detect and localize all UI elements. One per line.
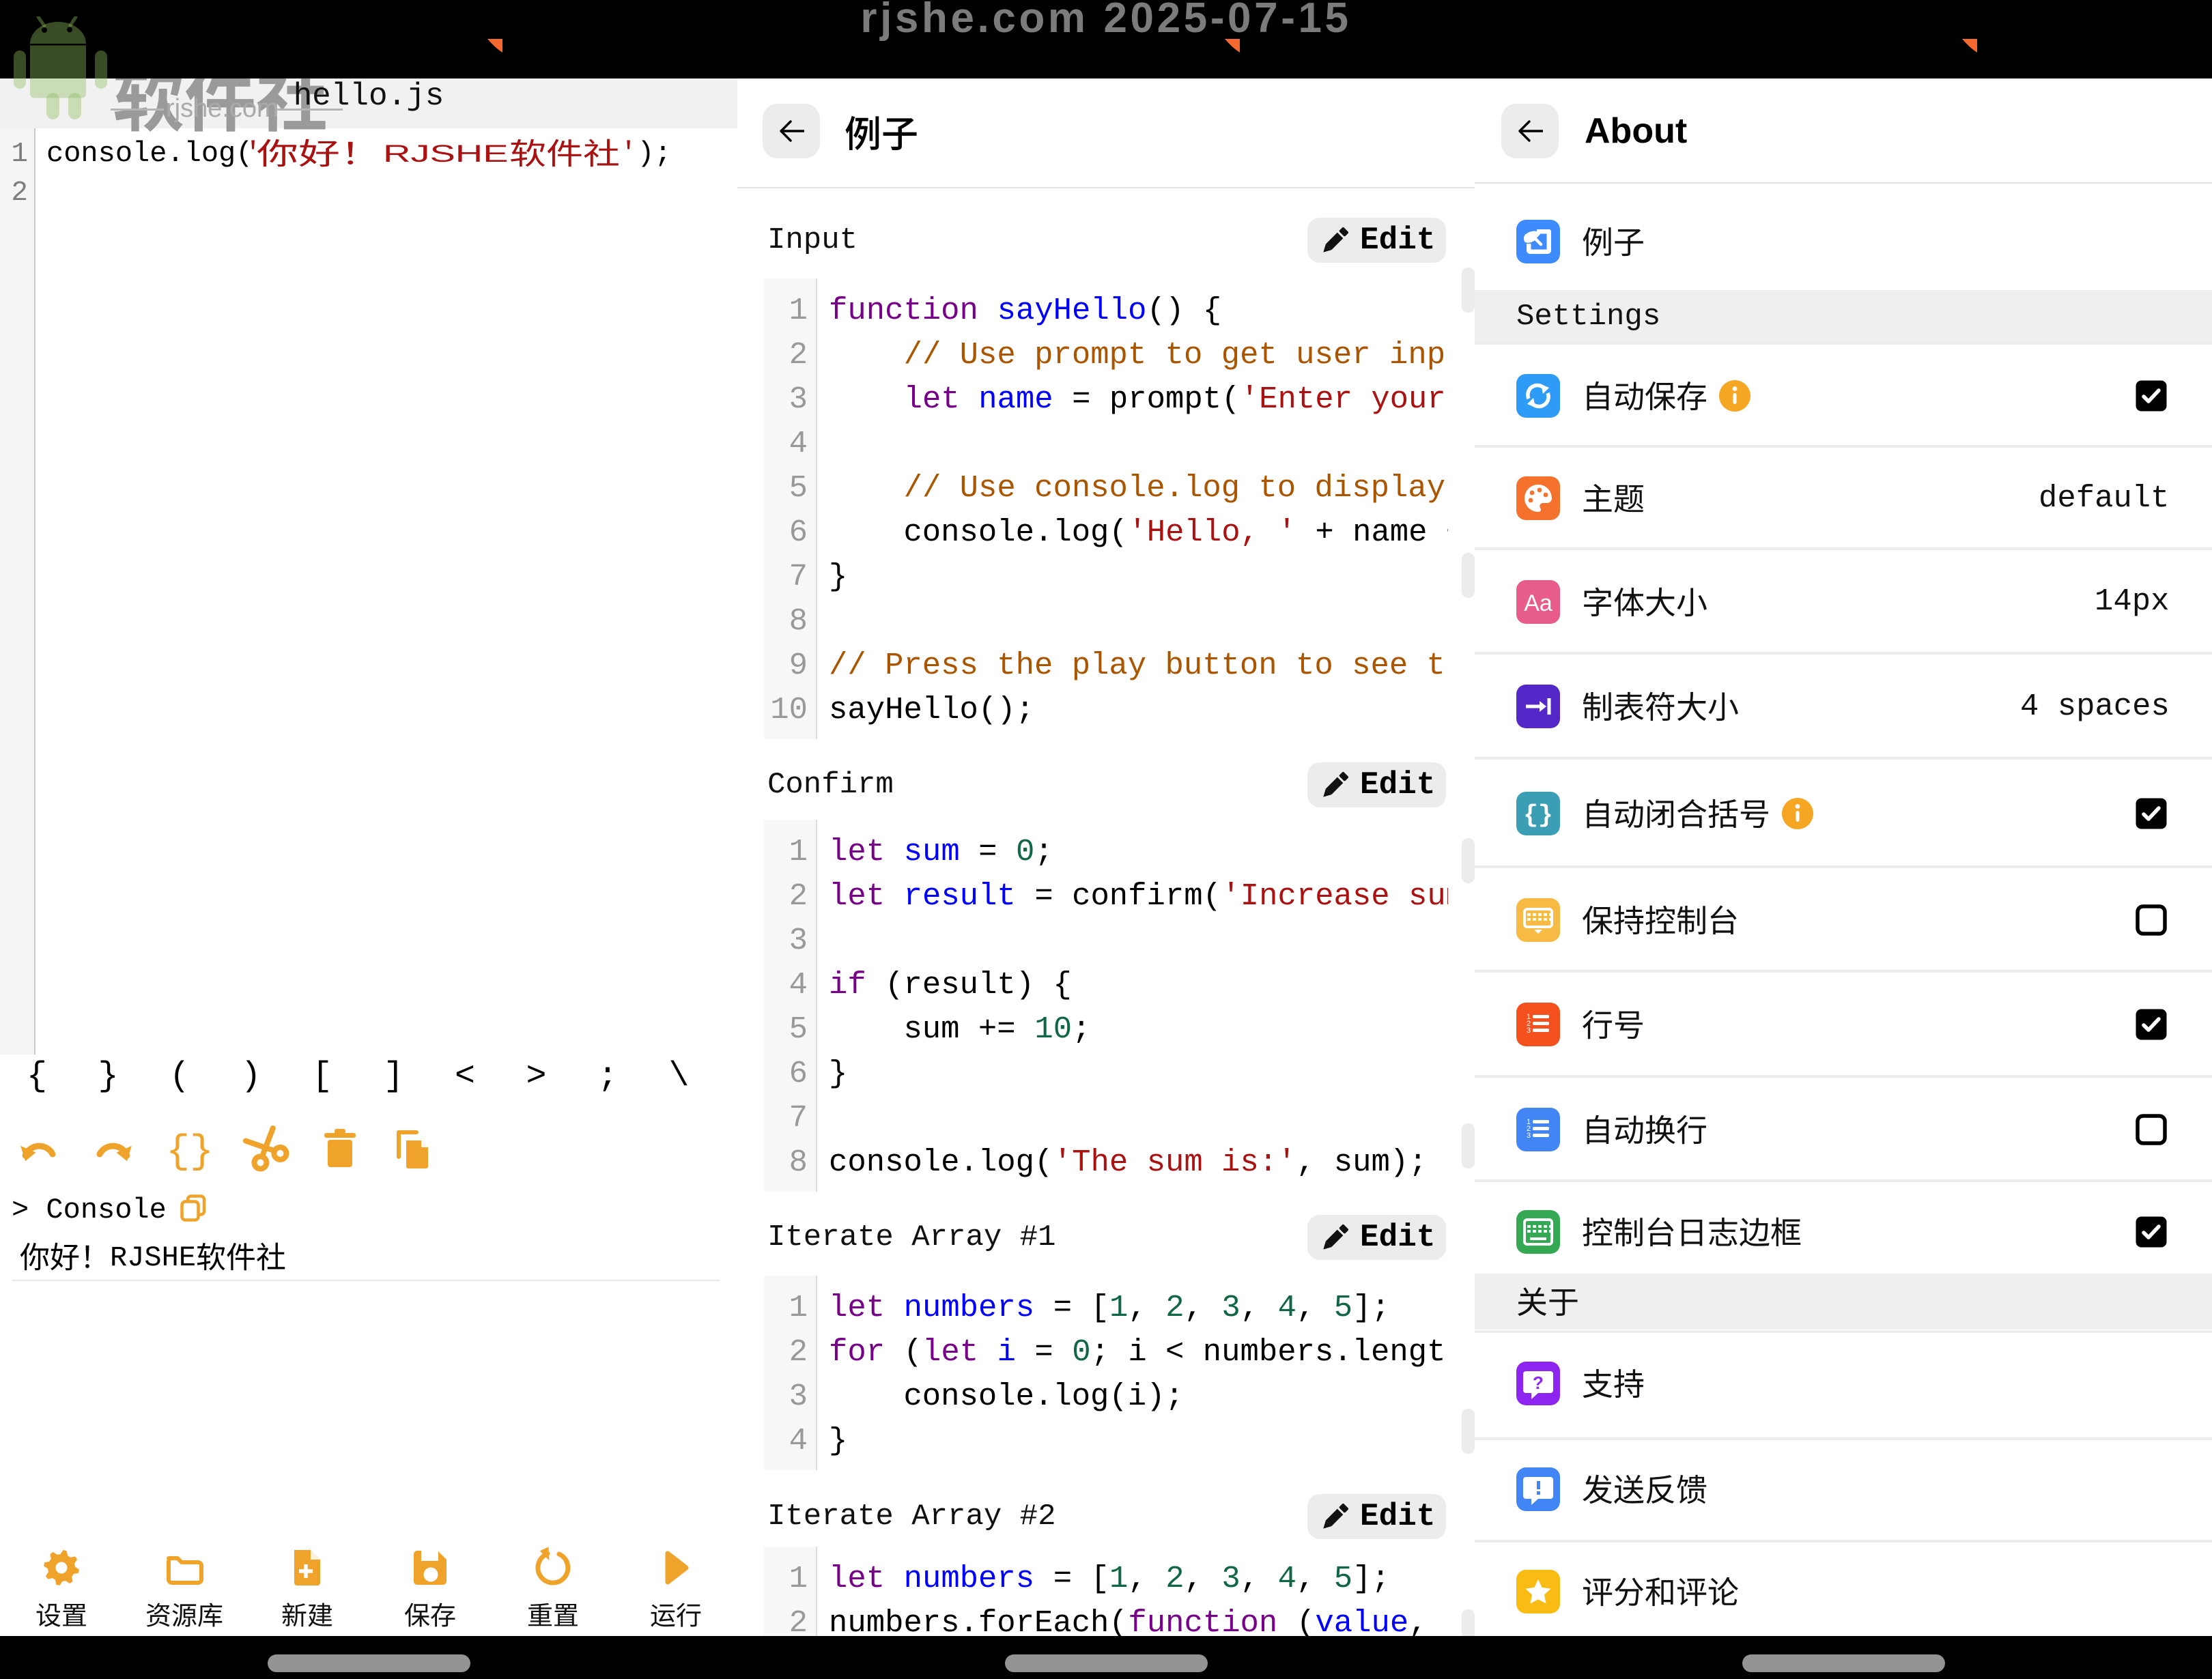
svg-text:3: 3 [1527, 1027, 1531, 1035]
svg-text:{}: {} [1523, 801, 1552, 829]
svg-text:Aa: Aa [1524, 590, 1552, 616]
svg-text:?: ? [1533, 1373, 1544, 1393]
svg-text:3: 3 [1527, 1132, 1531, 1140]
